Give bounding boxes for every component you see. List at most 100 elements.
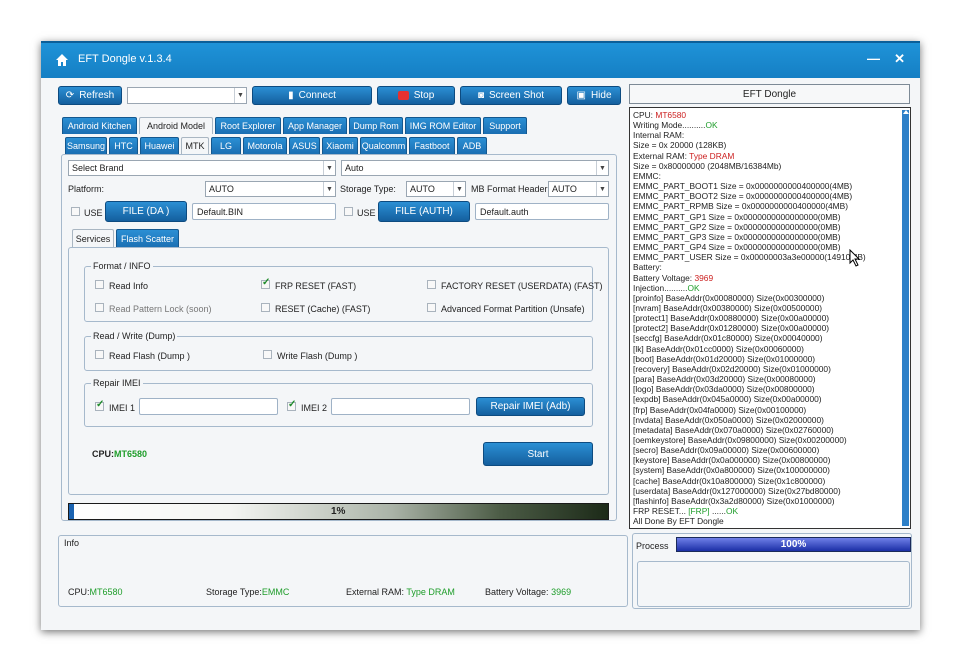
tab-mtk[interactable]: MTK [181, 137, 209, 154]
tab-huawei[interactable]: Huawei [140, 137, 179, 154]
stop-button[interactable]: Stop [377, 86, 455, 105]
write-flash-checkbox[interactable] [263, 350, 272, 359]
mb-format-value: AUTO [552, 184, 577, 194]
log-line: Size = 0x 20000 (128KB) [633, 140, 866, 150]
log-line-text: [frp] BaseAddr(0x04fa0000) Size(0x001000… [633, 404, 807, 415]
read-info-checkbox[interactable] [95, 280, 104, 289]
refresh-button[interactable]: ⟳ Refresh [58, 86, 122, 105]
chevron-down-icon: ▼ [453, 182, 465, 196]
file-auth-field[interactable]: Default.auth [475, 203, 609, 220]
adv-format-label: Advanced Format Partition (Unsafe) [441, 304, 585, 314]
log-line-value: MT6580 [655, 110, 687, 120]
file-auth-button[interactable]: FILE (AUTH) [378, 201, 470, 222]
chevron-down-icon: ▼ [596, 161, 608, 175]
log-line-text: [cache] BaseAddr(0x10a800000) Size(0x1c8… [633, 475, 826, 486]
hide-button[interactable]: ▣ Hide [567, 86, 621, 105]
tab-root-explorer[interactable]: Root Explorer [215, 117, 281, 134]
tab-asus[interactable]: ASUS [289, 137, 320, 154]
file-da-button[interactable]: FILE (DA ) [105, 201, 187, 222]
connect-button[interactable]: ▮ Connect [252, 86, 372, 105]
tab-services[interactable]: Services [72, 229, 114, 248]
use-da-checkbox[interactable] [71, 207, 80, 216]
storage-type-select[interactable]: AUTO ▼ [406, 181, 466, 197]
log-line-text: CPU: [633, 110, 656, 120]
log-line: [userdata] BaseAddr(0x127000000) Size(0x… [633, 486, 866, 496]
tab-app-manager[interactable]: App Manager [283, 117, 347, 134]
imei1-checkbox[interactable] [95, 399, 104, 411]
log-line-text: [metadata] BaseAddr(0x070a0000) Size(0x0… [633, 424, 834, 435]
brand-select-value: Select Brand [72, 163, 124, 173]
brand-select[interactable]: Select Brand ▼ [68, 160, 336, 176]
chevron-down-icon: ▼ [234, 88, 246, 103]
log-scrollbar[interactable] [902, 110, 909, 526]
tab-xiaomi[interactable]: Xiaomi [322, 137, 358, 154]
log-line-text: Size = 0x80000000 (2048MB/16384Mb) [633, 160, 782, 171]
tab-motorola[interactable]: Motorola [243, 137, 287, 154]
model-select[interactable]: Auto ▼ [341, 160, 609, 176]
tab-label: Dump Rom [353, 121, 399, 131]
log-line: Writing Mode..........OK [633, 120, 866, 130]
log-line-value: OK [687, 282, 700, 293]
tab-dump-rom[interactable]: Dump Rom [349, 117, 403, 134]
port-select[interactable]: ▼ [127, 87, 247, 104]
format-info-legend: Format / INFO [91, 261, 153, 271]
adv-format-checkbox[interactable] [427, 303, 436, 312]
factory-reset-checkbox[interactable] [427, 280, 436, 289]
tab-img-rom-editor[interactable]: IMG ROM Editor [405, 117, 481, 134]
screenshot-label: Screen Shot [489, 90, 545, 101]
log-line: [recovery] BaseAddr(0x02d20000) Size(0x0… [633, 364, 866, 374]
log-line: [expdb] BaseAddr(0x045a0000) Size(0x00a0… [633, 394, 866, 404]
tab-lg[interactable]: LG [211, 137, 241, 154]
tab-label: Qualcomm [361, 141, 406, 151]
tab-htc[interactable]: HTC [109, 137, 138, 154]
read-pattern-label: Read Pattern Lock (soon) [109, 304, 212, 314]
read-pattern-checkbox[interactable] [95, 303, 104, 312]
tab-support[interactable]: Support [483, 117, 527, 134]
use-auth-checkbox[interactable] [344, 207, 353, 216]
log-line-text: EMMC_PART_GP3 Size = 0x0000000000000000(… [633, 231, 841, 242]
tab-fastboot[interactable]: Fastboot [409, 137, 455, 154]
tab-adb[interactable]: ADB [457, 137, 487, 154]
screenshot-button[interactable]: ◙ Screen Shot [460, 86, 562, 105]
tab-samsung[interactable]: Samsung [65, 137, 107, 154]
info-panel: Info CPU:MT6580 Storage Type:EMMC Extern… [58, 535, 628, 607]
log-output[interactable]: CPU: MT6580 Writing Mode..........OK Inter… [629, 107, 911, 529]
tab-flash-scatter[interactable]: Flash Scatter [116, 229, 179, 248]
log-line: [boot] BaseAddr(0x01d20000) Size(0x01000… [633, 354, 866, 364]
log-line-text: Battery Voltage: [633, 272, 695, 283]
minimize-icon[interactable]: — [867, 51, 880, 66]
tab-qualcomm[interactable]: Qualcomm [360, 137, 407, 154]
chevron-down-icon: ▼ [596, 182, 608, 196]
tab-label: App Manager [287, 121, 343, 131]
start-button[interactable]: Start [483, 442, 593, 466]
log-line-text: ...... [709, 506, 726, 517]
log-line: EMMC_PART_GP4 Size = 0x0000000000000000(… [633, 242, 866, 252]
imei2-label: IMEI 2 [301, 403, 328, 413]
imei2-input[interactable] [331, 398, 470, 415]
tab-android-model[interactable]: Android Model [139, 117, 213, 134]
log-line-text: EMMC_PART_GP2 Size = 0x0000000000000000(… [633, 221, 841, 232]
log-line-value: 3969 [694, 272, 714, 283]
mb-format-select[interactable]: AUTO ▼ [548, 181, 609, 197]
hide-icon: ▣ [576, 90, 586, 101]
log-line: [seccfg] BaseAddr(0x01c80000) Size(0x000… [633, 333, 866, 343]
info-ram-label: External RAM: [346, 587, 405, 597]
refresh-icon: ⟳ [65, 90, 75, 101]
platform-select[interactable]: AUTO ▼ [205, 181, 336, 197]
reset-cache-checkbox[interactable] [261, 303, 270, 312]
log-line-value: Type DRAM [689, 150, 735, 161]
file-da-field[interactable]: Default.BIN [192, 203, 336, 220]
tab-android-kitchen[interactable]: Android Kitchen [62, 117, 137, 134]
imei2-checkbox[interactable] [287, 399, 296, 411]
log-line: EMMC_PART_BOOT2 Size = 0x000000000040000… [633, 191, 866, 201]
imei1-input[interactable] [139, 398, 278, 415]
process-message-box [637, 561, 910, 607]
log-line: Battery Voltage: 3969 [633, 273, 866, 283]
eft-dongle-header[interactable]: EFT Dongle [629, 84, 910, 104]
repair-imei-button[interactable]: Repair IMEI (Adb) [476, 397, 585, 416]
close-icon[interactable]: ✕ [894, 51, 905, 67]
info-battery: Battery Voltage: 3969 [485, 587, 571, 597]
read-flash-checkbox[interactable] [95, 350, 104, 359]
window-title: EFT Dongle v.1.3.4 [78, 53, 172, 65]
frp-reset-checkbox[interactable] [261, 277, 270, 289]
